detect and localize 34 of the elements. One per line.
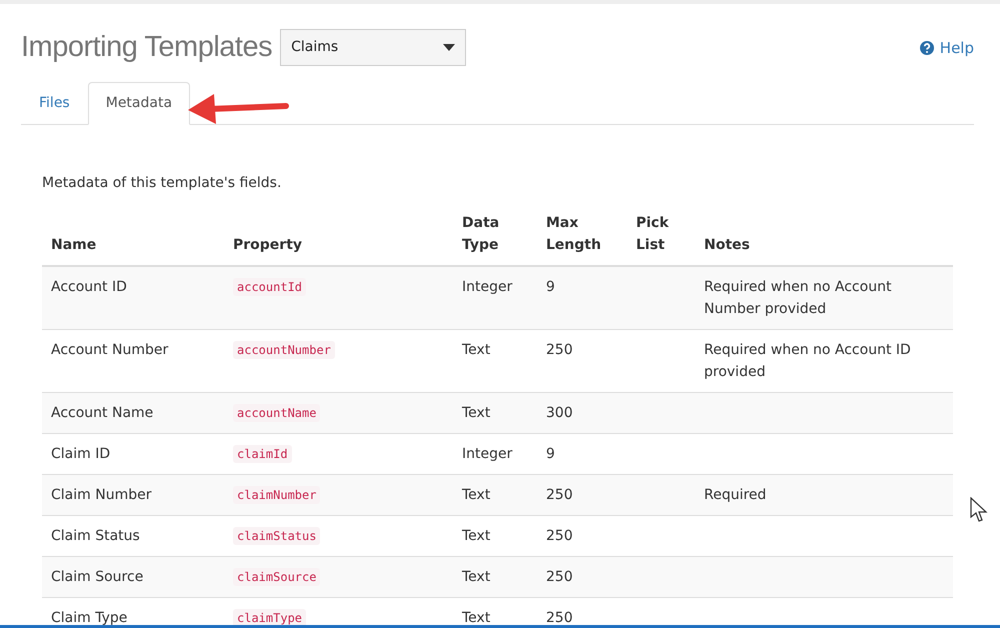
table-cell: 300 (537, 392, 627, 433)
table-cell: 250 (537, 556, 627, 597)
table-cell: Text (453, 556, 537, 597)
table-cell: Text (453, 474, 537, 515)
tab[interactable]: Metadata (88, 82, 190, 124)
table-cell: 250 (537, 474, 627, 515)
table-cell: Text (453, 392, 537, 433)
table-cell: Claim Source (42, 556, 224, 597)
property-code: claimSource (233, 568, 320, 586)
template-select[interactable]: Claims (280, 29, 466, 66)
table-cell: Claim Number (42, 474, 224, 515)
table-cell: 250 (537, 597, 627, 625)
property-code: claimType (233, 608, 306, 625)
table-cell: Required when no Account Number provided (695, 266, 953, 329)
table-cell: Claim Type (42, 597, 224, 625)
table-cell: 9 (537, 266, 627, 329)
help-link[interactable]: Help (920, 36, 974, 59)
caret-icon (443, 44, 456, 52)
help-icon (920, 40, 934, 55)
description-text: Metadata of this template's fields. (42, 174, 282, 192)
table-cell: Required (695, 474, 953, 515)
tab[interactable]: Files (21, 82, 88, 124)
property-code: accountId (233, 278, 306, 296)
property-code: accountNumber (233, 340, 335, 358)
table-cell: Account ID (42, 266, 224, 329)
property-code: claimNumber (233, 486, 320, 504)
table-cell: Account Name (42, 392, 224, 433)
table-cell: Integer (453, 266, 537, 329)
mouse-pointer-icon (970, 497, 988, 523)
property-code: claimStatus (233, 526, 320, 544)
property-code: claimId (233, 444, 292, 462)
page-title: Importing Templates (21, 30, 272, 65)
table-cell: Text (453, 597, 537, 625)
property-code: accountName (233, 404, 320, 422)
